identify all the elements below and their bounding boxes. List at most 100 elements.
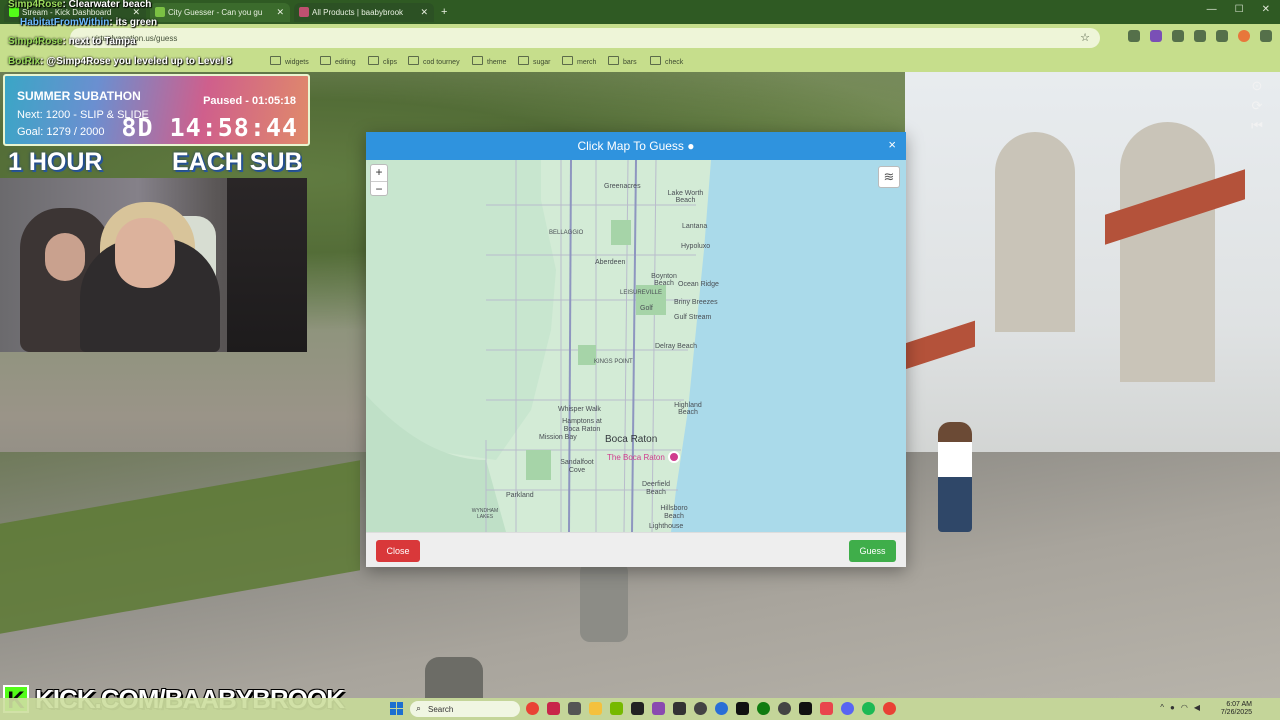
close-button[interactable]: Close xyxy=(376,540,420,562)
chrome-icon[interactable] xyxy=(526,702,539,715)
compass-icon[interactable]: ⊙ xyxy=(1248,79,1266,92)
map-label: Whisper Walk xyxy=(558,406,601,413)
extension-icon[interactable] xyxy=(1150,30,1162,42)
subathon-timer: 8D 14:58:44 xyxy=(121,113,298,142)
subathon-paused: Paused - 01:05:18 xyxy=(203,95,296,107)
discord-icon[interactable] xyxy=(841,702,854,715)
app-icon[interactable] xyxy=(568,702,581,715)
map-label: Parkland xyxy=(506,492,534,499)
tab-all-products[interactable]: All Products | baabybrook ✕ xyxy=(294,3,434,22)
new-tab-button[interactable]: + xyxy=(437,3,453,22)
menu-kebab-icon[interactable] xyxy=(1260,30,1272,42)
red-awning xyxy=(905,320,975,370)
poi-marker-icon[interactable] xyxy=(668,451,680,463)
bookmark-folder[interactable]: bars xyxy=(608,56,637,66)
volume-icon[interactable]: ◀ xyxy=(1194,703,1200,712)
taskbar-clock[interactable]: 6:07 AM 7/26/2025 xyxy=(1221,701,1252,717)
bookmark-folder[interactable]: sugar xyxy=(518,56,551,66)
minimize-icon[interactable]: — xyxy=(1207,4,1217,15)
mic-icon[interactable]: ● xyxy=(1170,703,1175,712)
subathon-title: SUMMER SUBATHON xyxy=(17,89,141,103)
address-bar[interactable]: virtualvacation.us/guess ☆ xyxy=(70,28,1100,48)
puzzle-icon[interactable] xyxy=(1172,30,1184,42)
map-label: Hamptons at Boca Raton xyxy=(562,418,602,433)
app-icon[interactable] xyxy=(673,702,686,715)
map-label: Deerfield Beach xyxy=(641,481,670,496)
streetview-controls: ⊙ ⟳ ⏮ xyxy=(1248,79,1266,132)
app-icon[interactable] xyxy=(715,702,728,715)
app-icon[interactable] xyxy=(631,702,644,715)
map-label: BELLAGGIO xyxy=(549,230,584,236)
bookmark-folder[interactable]: merch xyxy=(562,56,596,66)
layers-icon[interactable]: ≋ xyxy=(878,166,900,188)
map-label: Briny Breezes xyxy=(674,299,718,306)
xbox-icon[interactable] xyxy=(757,702,770,715)
building-arch xyxy=(995,132,1075,332)
tiktok-icon[interactable] xyxy=(799,702,812,715)
nvidia-icon[interactable] xyxy=(610,702,623,715)
bookmark-folder[interactable]: check xyxy=(650,56,683,66)
cityguesser-icon xyxy=(155,7,165,17)
tab-city-guesser[interactable]: City Guesser - Can you gu ✕ xyxy=(150,3,290,22)
app-icon[interactable] xyxy=(652,702,665,715)
settings-gear-icon[interactable] xyxy=(694,702,707,715)
bookmark-folder[interactable]: cod tourney xyxy=(408,56,460,66)
guess-button[interactable]: Guess xyxy=(849,540,896,562)
modal-title: Click Map To Guess xyxy=(577,139,684,153)
map-label: Delray Beach xyxy=(655,343,698,350)
map-label: WYNDHAM LAKES xyxy=(471,508,499,520)
taskbar-apps xyxy=(526,702,896,715)
map-label: KINGS POINT xyxy=(594,359,633,365)
bookmark-folder[interactable]: editing xyxy=(320,56,356,66)
person-left-face xyxy=(45,233,85,281)
pedestrian xyxy=(938,422,972,532)
close-window-icon[interactable]: ✕ xyxy=(1262,4,1270,15)
bookmark-folder[interactable]: clips xyxy=(368,56,397,66)
chat-message: BotRix: @Simp4Rose you leveled up to Lev… xyxy=(8,56,232,67)
search-icon: ⌕ xyxy=(416,703,422,713)
zoom-in-button[interactable]: + xyxy=(371,165,387,181)
close-tab-icon[interactable]: ✕ xyxy=(420,7,428,18)
profile-avatar[interactable] xyxy=(1238,30,1250,42)
close-icon[interactable]: × xyxy=(888,132,896,158)
wifi-icon[interactable]: ◠ xyxy=(1181,703,1188,712)
shop-icon xyxy=(299,7,309,17)
guess-map[interactable]: + − ≋ Greenacres Lake Worth Beach BELLAG… xyxy=(366,160,906,532)
bookmark-star-icon[interactable]: ☆ xyxy=(1080,31,1090,44)
refresh-icon[interactable]: ⟳ xyxy=(1248,99,1266,112)
back-to-start-icon[interactable]: ⏮ xyxy=(1248,119,1266,132)
map-label: Sandalfoot Cove xyxy=(560,459,594,474)
map-label: LEISUREVILLE xyxy=(620,290,663,296)
extension-icon[interactable] xyxy=(1128,30,1140,42)
chat-message: Simp4Rose: next to Tampa xyxy=(8,36,136,47)
map-label: Lighthouse xyxy=(649,523,684,530)
app-icon[interactable] xyxy=(547,702,560,715)
taskbar: ⌕ Search ^ ● ◠ ◀ 6:07 AM 7/26/2025 xyxy=(0,698,1280,720)
taskbar-search[interactable]: ⌕ Search xyxy=(410,701,520,717)
bookmark-folder[interactable]: theme xyxy=(472,56,506,66)
map-label: Ocean Ridge xyxy=(678,281,719,288)
close-tab-icon[interactable]: ✕ xyxy=(276,7,284,18)
file-explorer-icon[interactable] xyxy=(589,702,602,715)
lamp-post-base xyxy=(580,562,628,642)
map-label: Highland Beach xyxy=(674,402,702,416)
map-pin-icon: ● xyxy=(687,139,695,153)
windows-start-icon[interactable] xyxy=(390,702,403,715)
zoom-out-button[interactable]: − xyxy=(371,181,387,197)
subathon-widget: SUMMER SUBATHON Next: 1200 - SLIP & SLID… xyxy=(3,74,310,146)
spotify-icon[interactable] xyxy=(862,702,875,715)
maximize-icon[interactable]: ☐ xyxy=(1235,4,1244,15)
bookmark-folder[interactable]: widgets xyxy=(270,56,309,66)
map-label-city: Boca Raton xyxy=(605,434,658,445)
downloads-icon[interactable] xyxy=(1216,30,1228,42)
app-icon[interactable] xyxy=(778,702,791,715)
window-controls: — ☐ ✕ xyxy=(1207,4,1270,15)
chevron-up-icon[interactable]: ^ xyxy=(1160,703,1164,712)
fire-hydrant xyxy=(425,657,483,698)
app-icon[interactable] xyxy=(820,702,833,715)
chrome-icon[interactable] xyxy=(883,702,896,715)
app-icon[interactable] xyxy=(736,702,749,715)
shelf xyxy=(227,178,307,352)
map-label: Hillsboro Beach xyxy=(660,505,688,520)
sidebar-icon[interactable] xyxy=(1194,30,1206,42)
